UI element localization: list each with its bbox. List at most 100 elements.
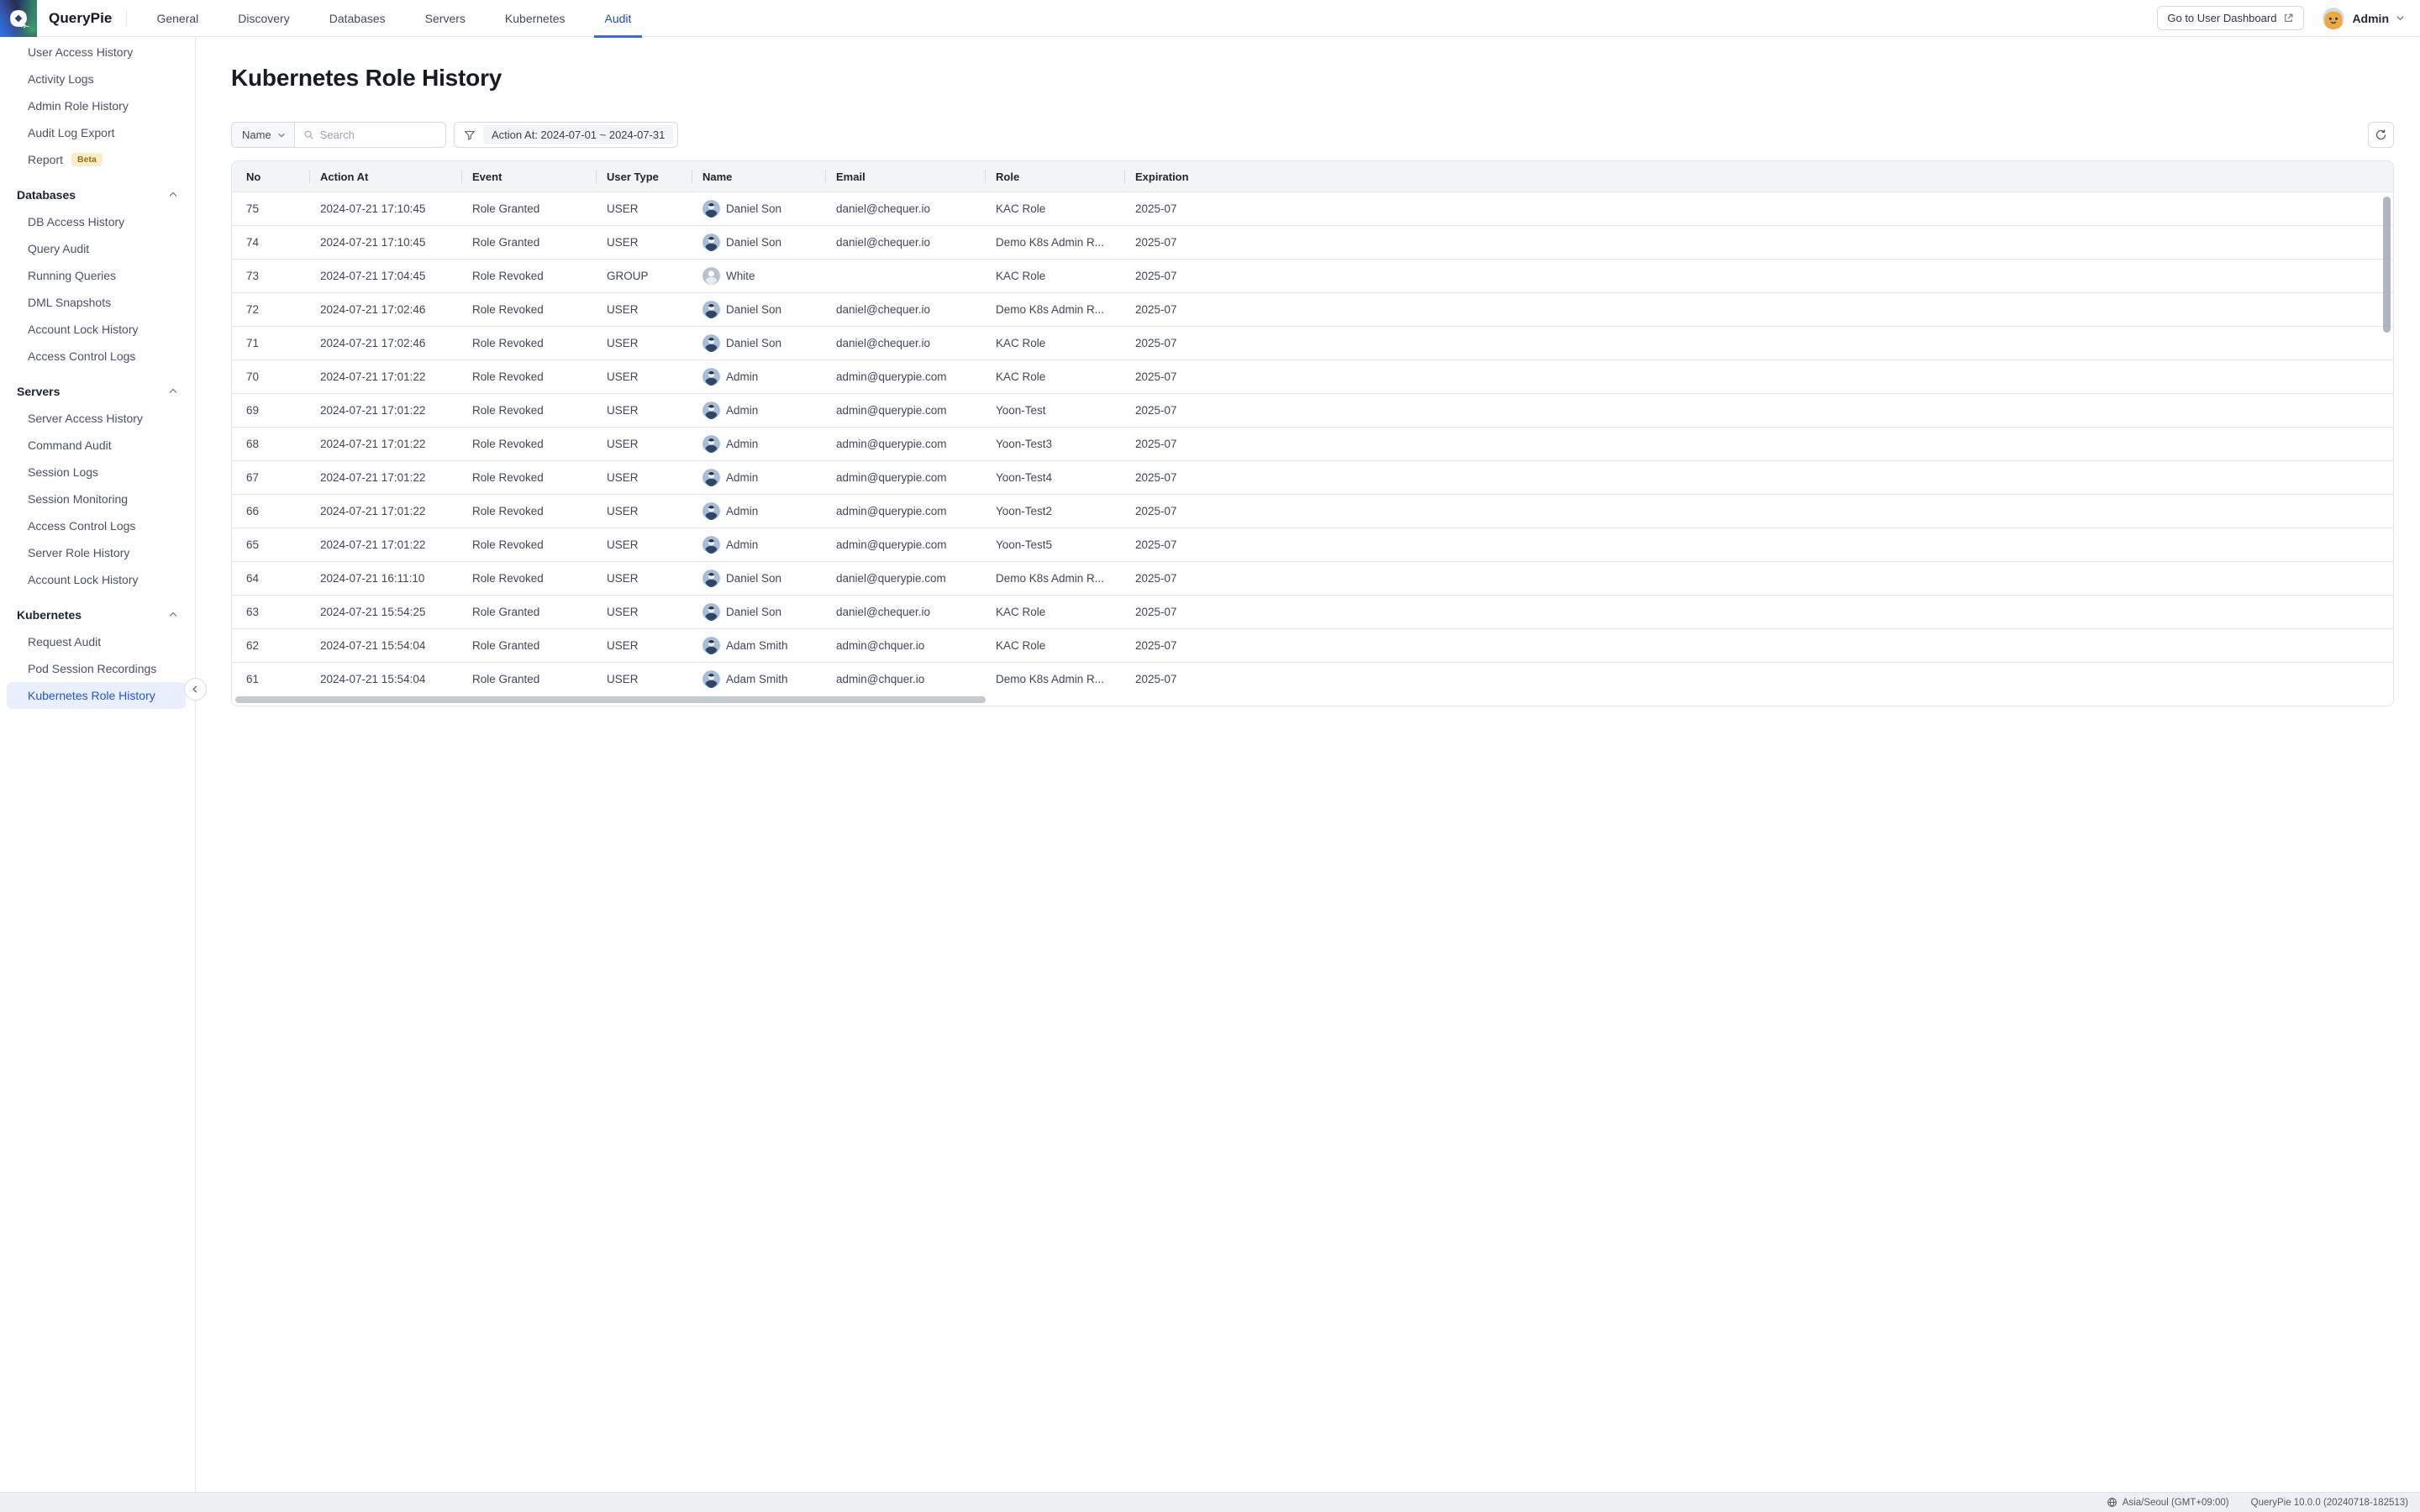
querypie-logo-icon[interactable] — [0, 0, 37, 37]
table-row[interactable]: 632024-07-21 15:54:25Role GrantedUSERDan… — [232, 596, 2393, 629]
sidebar-item-dml-snapshots[interactable]: DML Snapshots — [0, 289, 195, 316]
sidebar-item-activity-logs[interactable]: Activity Logs — [0, 66, 195, 92]
cell-event: Role Revoked — [461, 572, 596, 585]
tab-general[interactable]: General — [145, 0, 209, 37]
sidebar-item-kubernetes-role-history[interactable]: Kubernetes Role History — [7, 682, 186, 709]
table-row[interactable]: 692024-07-21 17:01:22Role RevokedUSERAdm… — [232, 394, 2393, 428]
cell-action_at: 2024-07-21 15:54:04 — [309, 673, 461, 685]
tab-databases[interactable]: Databases — [318, 0, 397, 37]
querypie-logo-glyph — [8, 8, 29, 29]
user-name-label: Adam Smith — [726, 639, 788, 652]
cell-no: 74 — [232, 236, 309, 249]
sidebar-item-account-lock-history[interactable]: Account Lock History — [0, 316, 195, 343]
user-avatar — [702, 469, 720, 486]
column-header-email: Email — [825, 161, 985, 192]
sidebar-item-session-logs[interactable]: Session Logs — [0, 459, 195, 486]
table-row[interactable]: 702024-07-21 17:01:22Role RevokedUSERAdm… — [232, 360, 2393, 394]
cell-role: KAC Role — [985, 639, 1124, 652]
cell-event: Role Revoked — [461, 370, 596, 383]
sidebar-item-access-control-logs[interactable]: Access Control Logs — [0, 343, 195, 370]
sidebar-item-audit-log-export[interactable]: Audit Log Export — [0, 119, 195, 146]
cell-email: admin@querypie.com — [825, 438, 985, 450]
cell-expiration: 2025-07 — [1124, 606, 1225, 618]
cell-action_at: 2024-07-21 17:01:22 — [309, 505, 461, 517]
filter-button[interactable]: Action At: 2024-07-01 ~ 2024-07-31 — [454, 122, 678, 148]
user-avatar — [702, 368, 720, 386]
search-input[interactable] — [320, 129, 437, 141]
cell-expiration: 2025-07 — [1124, 404, 1225, 417]
sidebar-section-kubernetes[interactable]: Kubernetes — [0, 601, 195, 628]
sidebar-section-servers[interactable]: Servers — [0, 378, 195, 405]
cell-role: KAC Role — [985, 270, 1124, 282]
tab-servers[interactable]: Servers — [414, 0, 476, 37]
table-row[interactable]: 672024-07-21 17:01:22Role RevokedUSERAdm… — [232, 461, 2393, 495]
sidebar-item-session-monitoring[interactable]: Session Monitoring — [0, 486, 195, 512]
sidebar-item-command-audit[interactable]: Command Audit — [0, 432, 195, 459]
tab-audit[interactable]: Audit — [594, 0, 643, 37]
tab-kubernetes[interactable]: Kubernetes — [494, 0, 576, 37]
sidebar-item-label: Server Access History — [28, 412, 143, 425]
cell-no: 75 — [232, 202, 309, 215]
sidebar-item-pod-session-recordings[interactable]: Pod Session Recordings — [0, 655, 195, 682]
sidebar-item-running-queries[interactable]: Running Queries — [0, 262, 195, 289]
user-name-label: Daniel Son — [726, 337, 781, 349]
sidebar-item-server-role-history[interactable]: Server Role History — [0, 539, 195, 566]
table-row[interactable]: 742024-07-21 17:10:45Role GrantedUSERDan… — [232, 226, 2393, 260]
sidebar-item-label: Kubernetes Role History — [28, 689, 155, 702]
table-row[interactable]: 652024-07-21 17:01:22Role RevokedUSERAdm… — [232, 528, 2393, 562]
sidebar-section-title: Databases — [17, 188, 76, 202]
sidebar-collapse-button[interactable] — [184, 678, 207, 701]
cell-user_type: USER — [596, 236, 692, 249]
cell-expiration: 2025-07 — [1124, 337, 1225, 349]
sidebar-item-label: Admin Role History — [28, 99, 129, 113]
cell-name: Daniel Son — [692, 234, 825, 251]
cell-no: 70 — [232, 370, 309, 383]
user-menu[interactable]: Admin — [2323, 8, 2405, 29]
sidebar-item-account-lock-history[interactable]: Account Lock History — [0, 566, 195, 593]
sidebar-item-label: Command Audit — [28, 438, 112, 452]
sidebar-item-query-audit[interactable]: Query Audit — [0, 235, 195, 262]
cell-expiration: 2025-07 — [1124, 202, 1225, 215]
topbar-divider — [126, 10, 127, 27]
sidebar-item-report[interactable]: ReportBeta — [0, 146, 195, 173]
cell-action_at: 2024-07-21 17:01:22 — [309, 538, 461, 551]
sidebar-item-request-audit[interactable]: Request Audit — [0, 628, 195, 655]
search-field-select[interactable]: Name — [232, 123, 295, 147]
sidebar-item-label: Request Audit — [28, 635, 101, 648]
table-row[interactable]: 662024-07-21 17:01:22Role RevokedUSERAdm… — [232, 495, 2393, 528]
cell-action_at: 2024-07-21 17:10:45 — [309, 202, 461, 215]
go-to-user-dashboard-button[interactable]: Go to User Dashboard — [2157, 6, 2304, 30]
table-row[interactable]: 622024-07-21 15:54:04Role GrantedUSERAda… — [232, 629, 2393, 663]
chevron-up-icon — [168, 610, 178, 620]
timezone-label: Asia/Seoul (GMT+09:00) — [2123, 1498, 2229, 1508]
cell-expiration: 2025-07 — [1124, 270, 1225, 282]
sidebar-item-user-access-history[interactable]: User Access History — [0, 39, 195, 66]
tab-discovery[interactable]: Discovery — [227, 0, 300, 37]
sidebar-item-admin-role-history[interactable]: Admin Role History — [0, 92, 195, 119]
table-row[interactable]: 722024-07-21 17:02:46Role RevokedUSERDan… — [232, 293, 2393, 327]
user-name-label: Adam Smith — [726, 673, 788, 685]
user-avatar — [702, 200, 720, 218]
table-row[interactable]: 712024-07-21 17:02:46Role RevokedUSERDan… — [232, 327, 2393, 360]
table-vertical-scrollbar[interactable] — [2383, 197, 2391, 333]
table-row[interactable]: 752024-07-21 17:10:45Role GrantedUSERDan… — [232, 192, 2393, 226]
cell-role: KAC Role — [985, 370, 1124, 383]
table-row[interactable]: 682024-07-21 17:01:22Role RevokedUSERAdm… — [232, 428, 2393, 461]
cell-email: admin@querypie.com — [825, 505, 985, 517]
cell-role: Demo K8s Admin R... — [985, 303, 1124, 316]
table-header-row: NoAction AtEventUser TypeNameEmailRoleEx… — [232, 161, 2393, 192]
sidebar-item-access-control-logs[interactable]: Access Control Logs — [0, 512, 195, 539]
table-row[interactable]: 612024-07-21 15:54:04Role GrantedUSERAda… — [232, 663, 2393, 696]
cell-action_at: 2024-07-21 17:02:46 — [309, 303, 461, 316]
cell-user_type: USER — [596, 572, 692, 585]
cell-no: 69 — [232, 404, 309, 417]
table-horizontal-scrollbar[interactable] — [235, 696, 986, 703]
refresh-button[interactable] — [2368, 122, 2394, 148]
sidebar: User Access HistoryActivity Logs Admin Ro… — [0, 37, 196, 1492]
cell-name: Daniel Son — [692, 200, 825, 218]
sidebar-section-databases[interactable]: Databases — [0, 181, 195, 208]
table-row[interactable]: 732024-07-21 17:04:45Role RevokedGROUPWh… — [232, 260, 2393, 293]
sidebar-item-db-access-history[interactable]: DB Access History — [0, 208, 195, 235]
sidebar-item-server-access-history[interactable]: Server Access History — [0, 405, 195, 432]
table-row[interactable]: 642024-07-21 16:11:10Role RevokedUSERDan… — [232, 562, 2393, 596]
